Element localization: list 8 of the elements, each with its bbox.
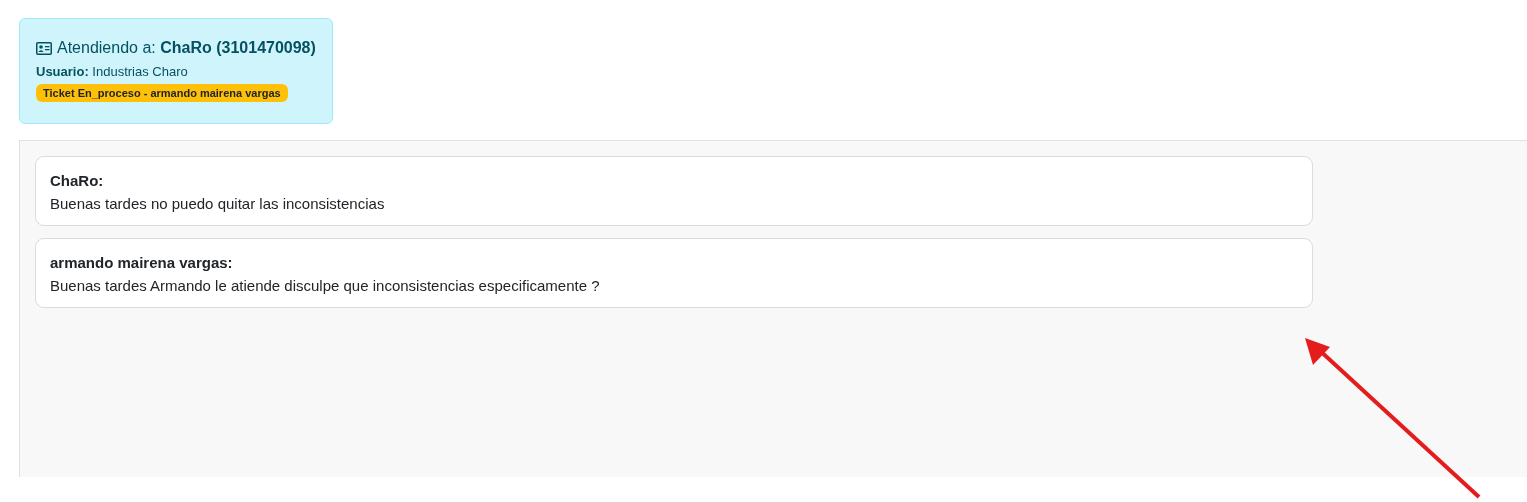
message-text: Buenas tardes no puedo quitar las inconsistencias — [50, 195, 385, 212]
message-author: ChaRo: — [50, 172, 104, 189]
attending-title: Atendiendo a: ChaRo (3101470098) — [57, 39, 316, 57]
ticket-status-badge: Ticket En_proceso - armando mairena vargas — [36, 84, 288, 102]
user-label: Usuario: Industrias Charo — [36, 64, 188, 79]
message-author: armando mairena vargas: — [50, 254, 233, 271]
message-text: Buenas tardes Armando le atiende disculpe que inconsistencias especificamente ? — [50, 277, 600, 294]
contact-card-icon — [36, 41, 52, 55]
